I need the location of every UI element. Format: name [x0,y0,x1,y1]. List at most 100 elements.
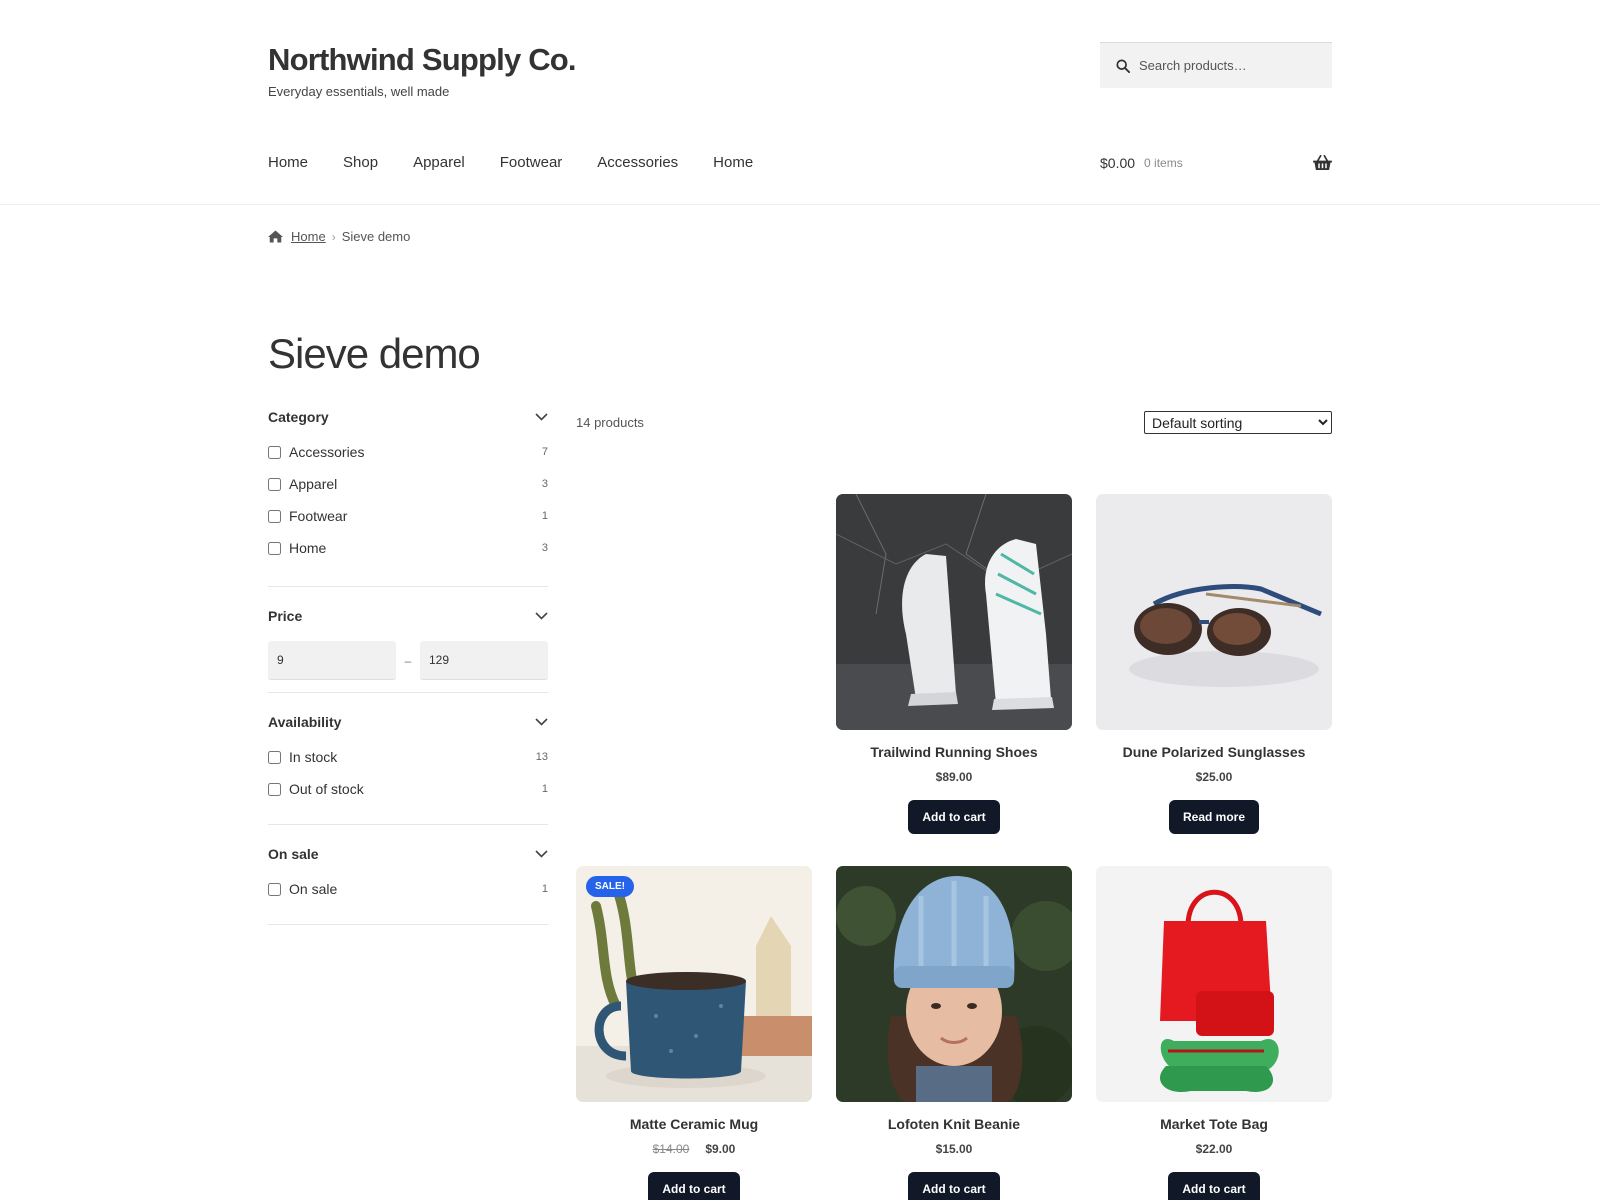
product-count: 14 products [576,415,644,430]
option-label: Apparel [289,476,338,492]
on-sale-option[interactable]: On sale 1 [268,879,548,899]
category-option-apparel[interactable]: Apparel 3 [268,474,548,494]
cart-item-count: 0 items [1144,156,1183,170]
availability-option-in-stock[interactable]: In stock 13 [268,747,548,767]
product-price: $89.00 [836,770,1072,788]
product-price: $25.00 [1096,770,1332,788]
sunglasses-image[interactable] [1096,494,1332,730]
nav-item-accessories[interactable]: Accessories [597,154,678,171]
cart-summary[interactable]: $0.00 0 items [1100,155,1332,171]
category-filter-header[interactable]: Category [268,406,548,428]
category-checkbox-apparel[interactable] [268,477,281,491]
option-label: Footwear [289,508,348,524]
availability-option-out-of-stock[interactable]: Out of stock 1 [268,779,548,799]
sale-price: $9.00 [705,1142,736,1156]
tote-bag-image[interactable] [1096,866,1332,1102]
option-count: 1 [541,510,548,522]
availability-filter-header[interactable]: Availability [268,711,548,733]
category-checkbox-home[interactable] [268,541,281,555]
header-divider [0,204,1600,205]
breadcrumb-current: Sieve demo [341,229,411,244]
price-min-input[interactable] [268,641,396,680]
search-box[interactable] [1100,42,1332,88]
product-card: Dune Polarized Sunglasses $25.00 Read mo… [1096,494,1332,834]
product-name[interactable]: Market Tote Bag [1096,1116,1332,1136]
option-count: 3 [541,478,548,490]
price-filter-header[interactable]: Price [268,605,548,627]
current-price: $22.00 [1195,1142,1233,1156]
add-to-cart-button[interactable]: Add to cart [908,800,1000,834]
nav-item-shop[interactable]: Shop [343,154,378,171]
breadcrumb-separator: › [331,229,336,244]
running-shoes-image[interactable] [836,494,1072,730]
product-price: $22.00 [1096,1142,1332,1160]
nav-item-home-category[interactable]: Home [713,154,753,171]
current-price: $25.00 [1195,770,1233,784]
sale-badge: SALE! [586,876,634,897]
option-count: 1 [541,883,548,895]
chevron-down-icon[interactable] [535,850,548,858]
product-card: Market Tote Bag $22.00 Add to cart [1096,866,1332,1200]
filter-sidebar: Category Accessories 7 Apparel 3 Footwear 1… [268,406,548,925]
product-price: $14.00 $9.00 [576,1142,812,1160]
price-range-separator: – [404,653,412,668]
add-to-cart-button[interactable]: Add to cart [1168,1172,1260,1200]
category-filter-title: Category [268,409,329,425]
category-option-footwear[interactable]: Footwear 1 [268,506,548,526]
ceramic-mug-image[interactable]: SALE! [576,866,812,1102]
nav-item-footwear[interactable]: Footwear [500,154,563,171]
chevron-down-icon[interactable] [535,612,548,620]
option-label: Home [289,540,327,556]
site-tagline: Everyday essentials, well made [268,84,450,99]
sort-select[interactable]: Default sorting [1144,411,1332,434]
nav-item-apparel[interactable]: Apparel [413,154,465,171]
on-sale-filter: On sale On sale 1 [268,825,548,925]
product-name[interactable]: Dune Polarized Sunglasses [1096,744,1332,764]
option-label: Out of stock [289,781,364,797]
search-input[interactable] [1139,58,1319,73]
category-checkbox-footwear[interactable] [268,509,281,523]
price-max-input[interactable] [420,641,548,680]
current-price: $15.00 [935,1142,973,1156]
category-option-accessories[interactable]: Accessories 7 [268,442,548,462]
add-to-cart-button[interactable]: Add to cart [908,1172,1000,1200]
product-name[interactable]: Lofoten Knit Beanie [836,1116,1072,1136]
option-count: 3 [541,542,548,554]
nav-item-home[interactable]: Home [268,154,308,171]
availability-checkbox-out-of-stock[interactable] [268,782,281,796]
option-count: 1 [541,783,548,795]
option-count: 13 [535,751,548,763]
on-sale-checkbox[interactable] [268,882,281,896]
on-sale-filter-title: On sale [268,846,319,862]
option-label: In stock [289,749,338,765]
breadcrumb-home-link[interactable]: Home [291,229,326,244]
product-name[interactable]: Trailwind Running Shoes [836,744,1072,764]
read-more-button[interactable]: Read more [1168,800,1260,834]
availability-filter-title: Availability [268,714,342,730]
category-checkbox-accessories[interactable] [268,445,281,459]
product-card: Trailwind Running Shoes $89.00 Add to ca… [836,494,1072,834]
site-title[interactable]: Northwind Supply Co. [268,42,577,78]
page-title: Sieve demo [268,330,481,377]
category-filter: Category Accessories 7 Apparel 3 Footwear 1… [268,406,548,587]
cart-amount: $0.00 [1100,155,1136,171]
on-sale-filter-header[interactable]: On sale [268,843,548,865]
product-name[interactable]: Matte Ceramic Mug [576,1116,812,1136]
add-to-cart-button[interactable]: Add to cart [648,1172,740,1200]
option-label: On sale [289,881,338,897]
availability-filter: Availability In stock 13 Out of stock 1 [268,693,548,825]
price-filter: Price – [268,587,548,693]
category-option-home[interactable]: Home 3 [268,538,548,558]
chevron-down-icon[interactable] [535,718,548,726]
chevron-down-icon[interactable] [535,413,548,421]
knit-beanie-image[interactable] [836,866,1072,1102]
breadcrumb: Home › Sieve demo [268,229,410,244]
shopping-basket-icon[interactable] [1313,155,1332,171]
main-navigation: Home Shop Apparel Footwear Accessories H… [268,154,788,171]
search-icon [1116,58,1130,73]
original-price: $14.00 [652,1142,690,1156]
option-count: 7 [541,446,548,458]
product-card: SALE! Matte Ceramic Mug $14.00 $9.00 Add … [576,866,812,1200]
home-icon [268,230,283,243]
availability-checkbox-in-stock[interactable] [268,750,281,764]
